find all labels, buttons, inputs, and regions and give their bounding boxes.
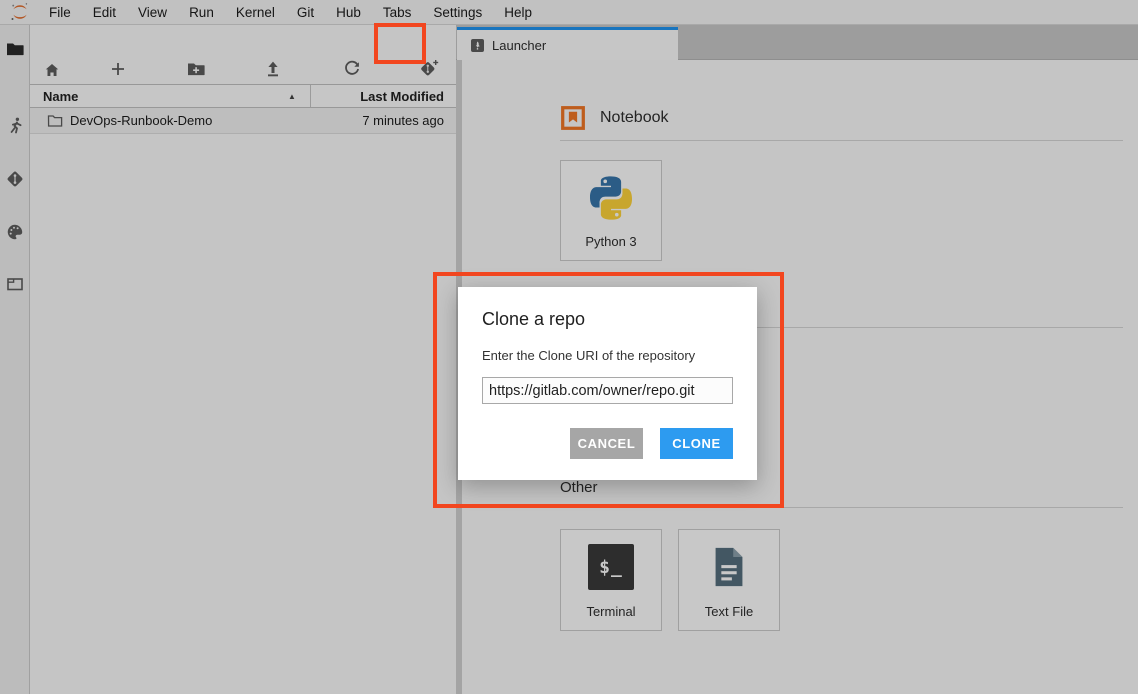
clone-repo-dialog: Clone a repo Enter the Clone URI of the …: [458, 287, 757, 480]
dialog-label: Enter the Clone URI of the repository: [482, 348, 733, 363]
cancel-button[interactable]: CANCEL: [570, 428, 643, 459]
jupyterlab-app: File Edit View Run Kernel Git Hub Tabs S…: [0, 0, 1138, 694]
clone-uri-input[interactable]: [482, 377, 733, 404]
dialog-buttons: CANCEL CLONE: [482, 428, 733, 459]
clone-button[interactable]: CLONE: [660, 428, 733, 459]
dialog-title: Clone a repo: [482, 309, 733, 330]
